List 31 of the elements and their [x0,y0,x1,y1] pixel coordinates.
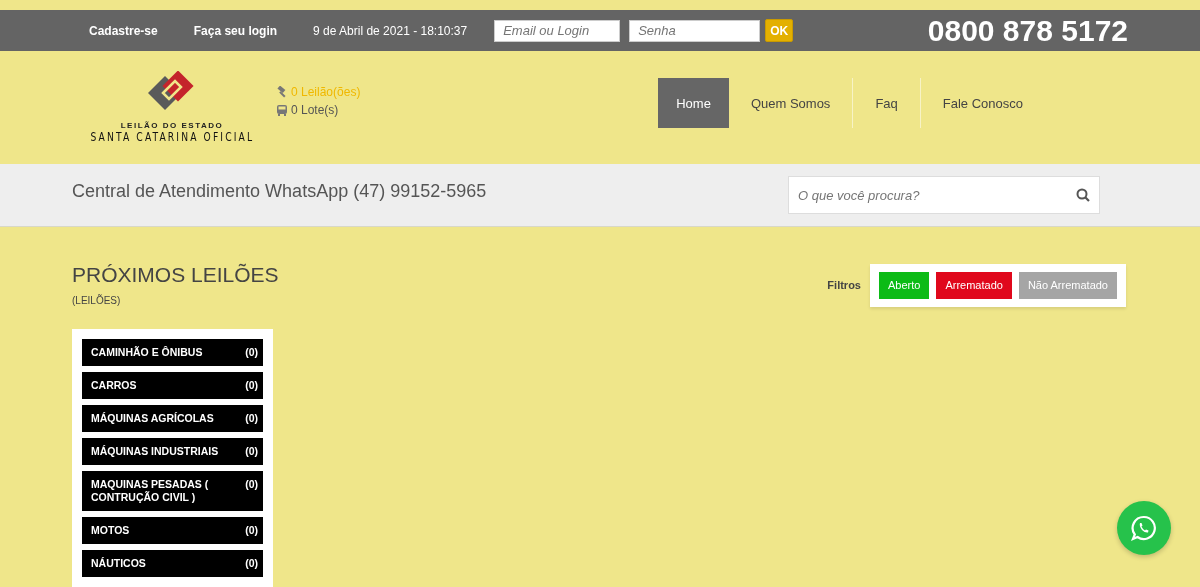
bus-icon [276,104,288,116]
category-item[interactable]: MÁQUINAS INDUSTRIAIS (0) [82,438,263,465]
date-time: 9 de Abril de 2021 - 18:10:37 [313,23,468,38]
password-field[interactable]: Senha [629,19,761,42]
logo-subtitle: LEILÃO DO ESTADO [120,121,224,130]
search-field[interactable]: O que você procura? [788,176,1100,214]
top-link[interactable]: Faça seu login [193,23,278,38]
nav-tab[interactable]: Fale Conosco [920,78,1045,128]
top-link[interactable]: Cadastre-se [89,23,158,38]
category-item[interactable]: MÁQUINAS AGRÍCOLAS (0) [82,405,263,432]
logo-title: SANTA CATARINA OFICIAL [90,130,254,144]
phone-number: 0800 878 5172 [927,13,1128,48]
section-title: PRÓXIMOS LEILÕES [72,263,279,287]
search-icon[interactable] [1076,188,1090,202]
counter-label: 0 Leilão(ões) [291,85,361,99]
nav-tab[interactable]: Home [658,78,729,128]
filters-label: Filtros [827,279,861,291]
section-subtitle: (LEILÕES) [72,295,122,306]
chat-bubble-icon [1130,514,1158,542]
filter-button[interactable]: Arrematado [936,271,1012,299]
nav-tab[interactable]: Quem Somos [728,78,854,128]
category-item[interactable]: MAQUINAS PESADAS ( CONTRUÇÃO CIVIL ) (0) [82,471,263,511]
login-field[interactable]: Email ou Login [494,19,621,42]
category-item[interactable]: NÁUTICOS (0) [82,550,263,577]
category-item[interactable]: MOTOS (0) [82,517,263,544]
gavel-icon [276,86,288,98]
category-item[interactable]: CAMINHÃO E ÔNIBUS (0) [82,339,263,366]
counter-label: 0 Lote(s) [291,103,339,117]
nav-tab[interactable]: Faq [853,78,921,128]
whatsapp-contact: Central de Atendimento WhatsApp (47) 99152-5965 [72,180,487,202]
category-item[interactable]: CARROS (0) [82,372,263,399]
